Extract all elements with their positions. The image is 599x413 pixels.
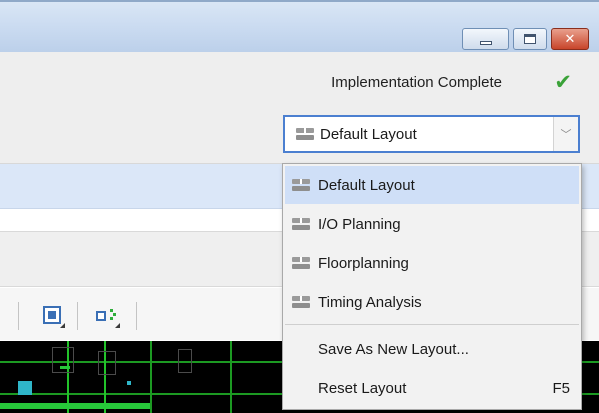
menu-item-label: I/O Planning	[318, 215, 401, 233]
close-button[interactable]: ✕	[551, 28, 589, 50]
maximize-icon	[524, 34, 536, 44]
layout-icon	[292, 257, 310, 269]
device-route	[60, 366, 70, 369]
layout-icon	[292, 218, 310, 230]
menu-item-label: Default Layout	[318, 176, 415, 194]
checkmark-icon: ✔	[554, 70, 572, 94]
window-title-bar: ✕	[0, 0, 599, 52]
layout-selector-value: Default Layout	[320, 125, 417, 143]
minimize-button[interactable]	[462, 28, 509, 50]
layout-dropdown-menu: Default Layout I/O Planning Floorplannin…	[282, 163, 582, 410]
menu-item-label: Floorplanning	[318, 254, 409, 272]
toolbar-separator	[18, 302, 19, 330]
device-icon	[43, 306, 61, 324]
device-tile	[178, 349, 192, 373]
layout-icon	[292, 296, 310, 308]
menu-item-shortcut: F5	[552, 379, 570, 397]
minimize-icon	[479, 40, 492, 45]
menu-item-label: Save As New Layout...	[318, 340, 469, 358]
device-tile	[98, 351, 116, 375]
toolbar-separator	[77, 302, 78, 330]
window-controls: ✕	[462, 28, 589, 50]
implementation-status-text: Implementation Complete	[331, 74, 502, 91]
menu-item-io-planning[interactable]: I/O Planning	[285, 205, 579, 243]
menu-item-save-as-new-layout[interactable]: Save As New Layout...	[285, 330, 579, 368]
device-cell	[18, 381, 32, 395]
menu-item-label: Timing Analysis	[318, 293, 422, 311]
layout-icon	[296, 128, 314, 140]
device-tile	[52, 347, 74, 373]
device-route	[0, 403, 150, 409]
layout-selector[interactable]: Default Layout ﹀	[283, 115, 580, 153]
close-icon: ✕	[564, 31, 576, 47]
device-cell	[127, 381, 131, 385]
maximize-button[interactable]	[513, 28, 547, 50]
menu-item-label: Reset Layout	[318, 379, 407, 397]
chevron-down-icon[interactable]: ﹀	[553, 117, 578, 151]
menu-item-reset-layout[interactable]: Reset Layout F5	[285, 369, 579, 407]
menu-item-default-layout[interactable]: Default Layout	[285, 166, 579, 204]
menu-divider	[285, 324, 579, 325]
menu-item-timing-analysis[interactable]: Timing Analysis	[285, 283, 579, 321]
toolbar-separator	[136, 302, 137, 330]
toolbar-button-net[interactable]	[92, 300, 122, 330]
menu-item-floorplanning[interactable]: Floorplanning	[285, 244, 579, 282]
layout-icon	[292, 179, 310, 191]
net-icon	[96, 306, 118, 324]
toolbar-button-device[interactable]	[37, 300, 67, 330]
